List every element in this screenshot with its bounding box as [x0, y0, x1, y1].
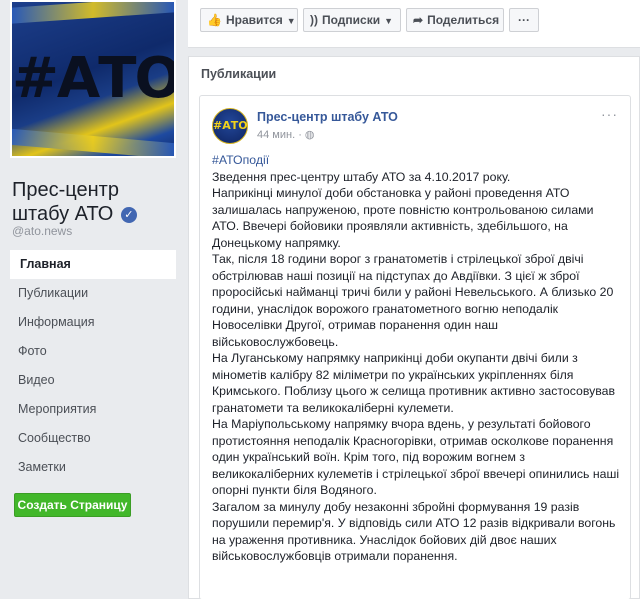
post-paragraph: Загалом за минулу добу незаконні збройні…	[212, 499, 616, 564]
share-arrow-icon: ➦	[413, 13, 424, 27]
page-title[interactable]: Прес-центр штабу АТО ✓	[12, 178, 176, 226]
post-paragraph: Наприкінці минулої доби обстановка у рай…	[212, 186, 594, 250]
rss-icon: ))	[310, 13, 318, 27]
nav-item-photos[interactable]: Фото	[10, 337, 176, 366]
create-page-button[interactable]: Создать Страницу	[14, 493, 131, 517]
post-paragraph: Так, після 18 години ворог з гранатометі…	[212, 252, 614, 349]
globe-icon: · ◍	[298, 129, 315, 141]
nav-item-home[interactable]: Главная	[10, 250, 176, 279]
page-profile-picture[interactable]: #АТО	[10, 0, 176, 158]
page-nav: Главная Публикации Информация Фото Видео…	[10, 250, 176, 482]
post-timestamp[interactable]: 44 мин.	[257, 129, 295, 141]
post-author-avatar[interactable]: #АТО	[212, 108, 248, 144]
like-label: Нравится	[225, 13, 283, 27]
hashtag-link[interactable]: #АТОподії	[212, 153, 269, 167]
flag-stripe	[12, 2, 174, 24]
follow-button[interactable]: )) Подписки ▼	[303, 8, 401, 32]
post-meta: 44 мин. · ◍	[257, 128, 315, 141]
profile-logo-text: #АТО	[12, 46, 176, 111]
chevron-down-icon: ▼	[384, 16, 394, 26]
share-button[interactable]: ➦ Поделиться	[406, 8, 504, 32]
share-label: Поделиться	[427, 13, 500, 27]
verified-badge-icon: ✓	[120, 206, 137, 223]
nav-item-community[interactable]: Сообщество	[10, 424, 176, 453]
page-sidebar: #АТО Прес-центр штабу АТО ✓ @ato.news Гл…	[0, 0, 176, 599]
nav-item-videos[interactable]: Видео	[10, 366, 176, 395]
nav-item-notes[interactable]: Заметки	[10, 453, 176, 482]
page-action-bar: 👍 Нравится ▼ )) Подписки ▼ ➦ Поделиться ···	[188, 0, 640, 48]
post-paragraph: Зведення прес-центру штабу АТО за 4.10.2…	[212, 169, 511, 184]
more-options-button[interactable]: ···	[509, 8, 539, 32]
post-options-button[interactable]: ···	[601, 106, 618, 122]
post-paragraph: На Маріупольському напрямку вчора вдень,…	[212, 417, 620, 497]
thumbs-up-icon: 👍	[207, 13, 222, 27]
page-name-text[interactable]: Прес-центр штабу АТО	[12, 179, 119, 225]
page-handle[interactable]: @ato.news	[12, 224, 72, 238]
post-text: #АТОподії Зведення прес-центру штабу АТО…	[212, 152, 622, 565]
chevron-down-icon: ▼	[286, 16, 296, 26]
section-title: Публикации	[201, 67, 277, 81]
nav-item-events[interactable]: Мероприятия	[10, 395, 176, 424]
post-author-link[interactable]: Прес-центр штабу АТО	[257, 110, 398, 124]
nav-item-about[interactable]: Информация	[10, 308, 176, 337]
post-card: #АТО Прес-центр штабу АТО 44 мин. · ◍ ··…	[199, 95, 631, 599]
post-paragraph: На Луганському напрямку наприкінці доби …	[212, 351, 616, 415]
flag-stripe	[12, 128, 174, 156]
posts-section: Публикации #АТО Прес-центр штабу АТО 44 …	[188, 56, 640, 599]
follow-label: Подписки	[322, 13, 381, 27]
nav-item-posts[interactable]: Публикации	[10, 279, 176, 308]
like-button[interactable]: 👍 Нравится ▼	[200, 8, 298, 32]
